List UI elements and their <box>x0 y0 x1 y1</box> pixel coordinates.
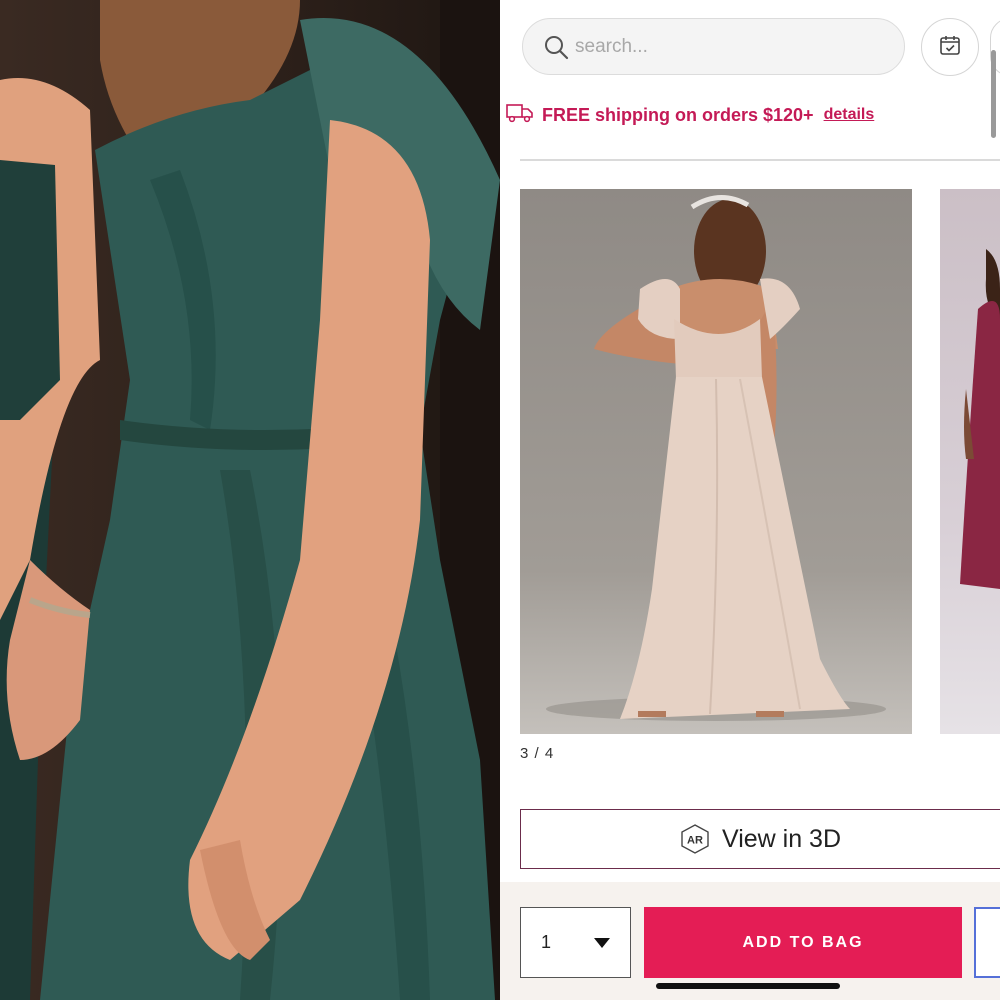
add-to-bag-button[interactable]: ADD TO BAG <box>644 907 962 978</box>
product-gallery-image[interactable] <box>520 189 912 734</box>
wishlist-edge-button[interactable] <box>974 907 1000 978</box>
divider <box>520 159 1000 161</box>
shipping-banner: FREE shipping on orders $120+ details <box>506 97 986 133</box>
next-model-illustration <box>960 249 1000 589</box>
product-page: FREE shipping on orders $120+ details <box>500 0 1000 1000</box>
search-icon <box>543 34 569 60</box>
delivery-truck-icon <box>506 102 534 129</box>
ar-badge-label: AR <box>687 835 703 847</box>
search-bar[interactable] <box>522 18 905 75</box>
scroll-indicator[interactable] <box>991 50 996 138</box>
shipping-text: FREE shipping on orders $120+ <box>542 104 814 125</box>
view-in-3d-label: View in 3D <box>721 824 842 853</box>
dress-photo-illustration <box>0 0 500 1000</box>
quantity-value: 1 <box>541 932 552 952</box>
quantity-select[interactable]: 1 <box>520 907 631 978</box>
search-input[interactable] <box>575 26 875 67</box>
dress-photo <box>0 0 500 1000</box>
shipping-details-link[interactable]: details <box>824 106 875 124</box>
model-back-view-illustration <box>546 195 886 721</box>
calendar-button[interactable] <box>921 18 979 76</box>
gallery-counter: 3 / 4 <box>520 745 555 762</box>
next-gallery-image[interactable] <box>940 189 1000 734</box>
caret-down-icon <box>594 937 610 948</box>
view-in-3d-button[interactable]: AR View in 3D <box>520 809 1000 869</box>
calendar-check-icon <box>938 33 962 62</box>
home-indicator <box>656 983 840 989</box>
ar-icon: AR <box>680 824 710 854</box>
